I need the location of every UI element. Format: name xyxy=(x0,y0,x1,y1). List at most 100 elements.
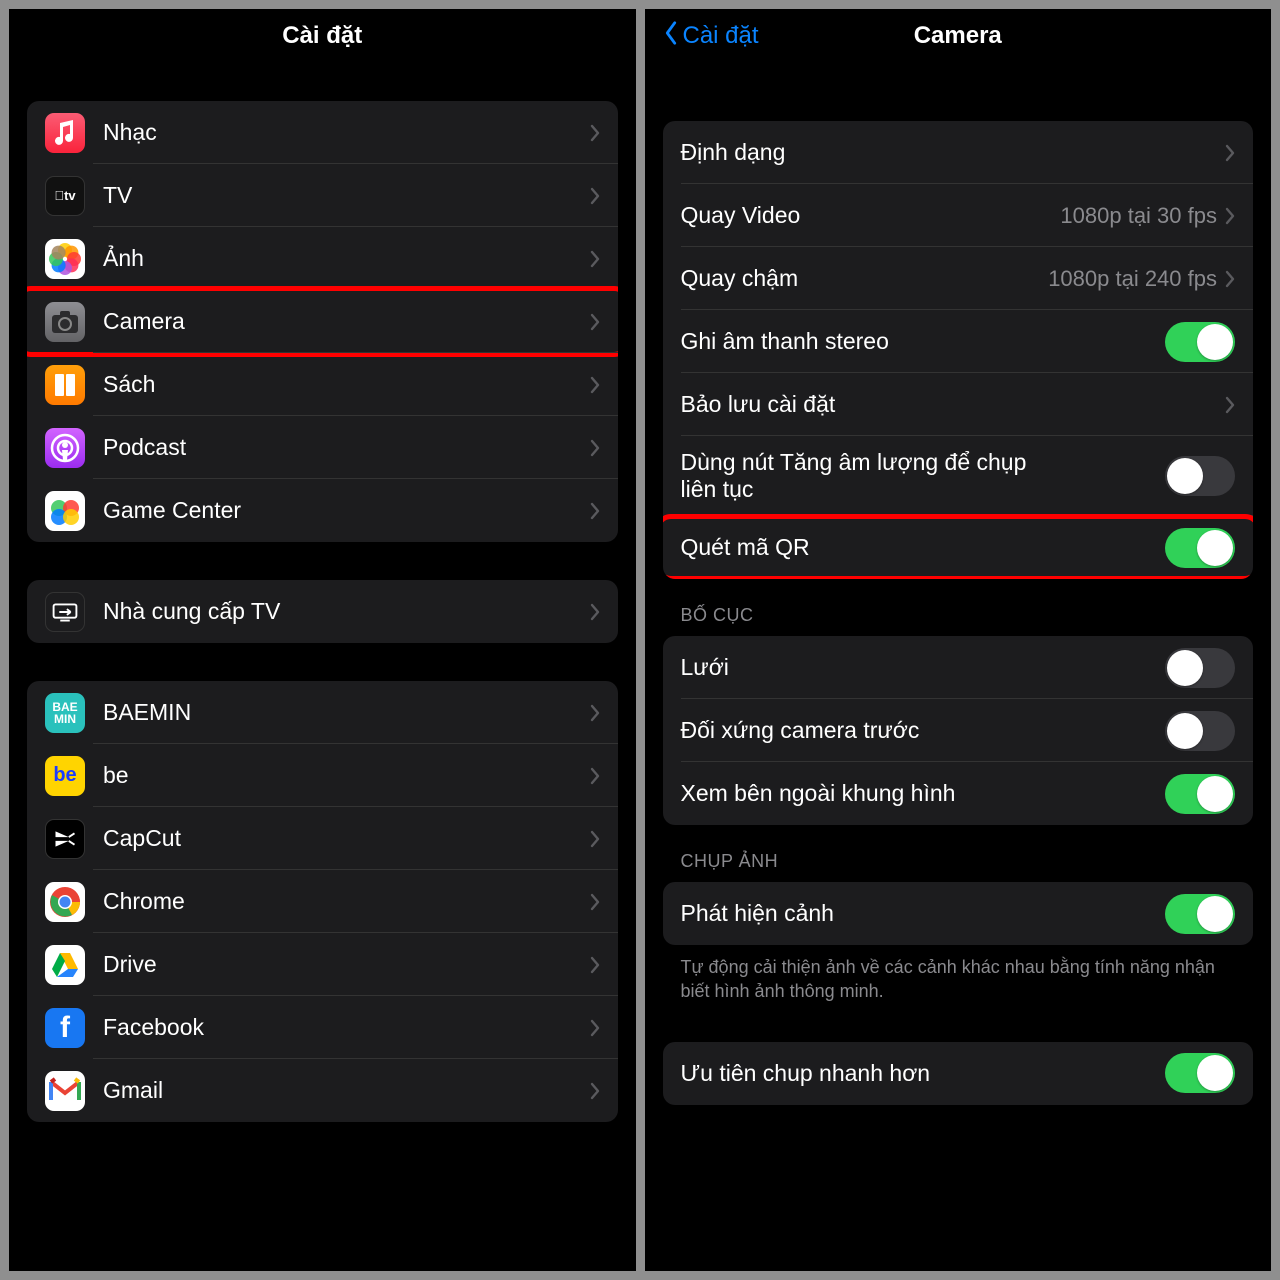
row-label: Quét mã QR xyxy=(681,534,810,561)
settings-row-stereo[interactable]: Ghi âm thanh stereo xyxy=(663,310,1254,373)
chevron-right-icon xyxy=(590,1019,600,1037)
settings-group: Định dạngQuay Video1080p tại 30 fpsQuay … xyxy=(663,121,1254,579)
baemin-icon: BAEMIN xyxy=(45,693,85,733)
row-label: Định dạng xyxy=(681,139,786,166)
chrome-icon xyxy=(45,882,85,922)
row-label: Xem bên ngoài khung hình xyxy=(681,780,956,807)
settings-row-music[interactable]: Nhạc xyxy=(27,101,618,164)
chevron-right-icon xyxy=(590,767,600,785)
settings-row-podcast[interactable]: Podcast xyxy=(27,416,618,479)
toggle-burst[interactable] xyxy=(1165,456,1235,496)
row-label: Ảnh xyxy=(103,245,144,272)
settings-row-preserve[interactable]: Bảo lưu cài đặt xyxy=(663,373,1254,436)
row-detail: 1080p tại 240 fps xyxy=(1048,266,1217,292)
toggle-scene[interactable] xyxy=(1165,894,1235,934)
settings-group: Phát hiện cảnh xyxy=(663,882,1254,945)
settings-row-mirror[interactable]: Đối xứng camera trước xyxy=(663,699,1254,762)
row-label: Drive xyxy=(103,951,157,978)
section-footer: Tự động cải thiện ảnh về các cảnh khác n… xyxy=(663,945,1254,1004)
toggle-mirror[interactable] xyxy=(1165,711,1235,751)
capcut-icon xyxy=(45,819,85,859)
row-label: CapCut xyxy=(103,825,181,852)
settings-row-chrome[interactable]: Chrome xyxy=(27,870,618,933)
gc-icon xyxy=(45,491,85,531)
camera-settings-pane: Cài đặt Camera Định dạng Quay Video 1080p … xyxy=(645,9,1272,1271)
tv-icon: tv xyxy=(45,176,85,216)
row-label: Gmail xyxy=(103,1077,163,1104)
chevron-right-icon xyxy=(1225,270,1235,288)
music-icon xyxy=(45,113,85,153)
settings-row-burst[interactable]: Dùng nút Tăng âm lượng để chụp liên tục xyxy=(663,436,1254,516)
chevron-right-icon xyxy=(1225,396,1235,414)
toggle-qr[interactable] xyxy=(1165,528,1235,568)
row-label: Bảo lưu cài đặt xyxy=(681,391,836,418)
settings-row-outside[interactable]: Xem bên ngoài khung hình xyxy=(663,762,1254,825)
settings-row-tv[interactable]: tvTV xyxy=(27,164,618,227)
chevron-right-icon xyxy=(590,502,600,520)
row-label: Lưới xyxy=(681,654,729,681)
books-icon xyxy=(45,365,85,405)
settings-row-facebook[interactable]: fFacebook xyxy=(27,996,618,1059)
settings-row-format[interactable]: Định dạng xyxy=(663,121,1254,184)
chevron-right-icon xyxy=(590,187,600,205)
drive-icon xyxy=(45,945,85,985)
chevron-right-icon xyxy=(1225,144,1235,162)
settings-group: Ưu tiên chup nhanh hơn xyxy=(663,1042,1254,1105)
settings-row-camera[interactable]: Camera xyxy=(27,290,618,353)
settings-row-qr[interactable]: Quét mã QR xyxy=(663,516,1254,579)
row-label: Ghi âm thanh stereo xyxy=(681,328,889,355)
row-detail: 1080p tại 30 fps xyxy=(1060,203,1217,229)
chevron-right-icon xyxy=(590,439,600,457)
settings-row-tvprovider[interactable]: Nhà cung cấp TV xyxy=(27,580,618,643)
photos-icon xyxy=(45,239,85,279)
settings-row-be[interactable]: bebe xyxy=(27,744,618,807)
row-label: Chrome xyxy=(103,888,185,915)
chevron-right-icon xyxy=(590,830,600,848)
navbar-right: Cài đặt Camera xyxy=(645,9,1272,63)
chevron-right-icon xyxy=(590,376,600,394)
row-label: Sách xyxy=(103,371,155,398)
chevron-right-icon xyxy=(590,124,600,142)
settings-row-gmail[interactable]: Gmail xyxy=(27,1059,618,1122)
chevron-right-icon xyxy=(590,603,600,621)
settings-row-video[interactable]: Quay Video 1080p tại 30 fps xyxy=(663,184,1254,247)
section-header: CHỤP ẢNH xyxy=(663,825,1254,882)
toggle-grid[interactable] xyxy=(1165,648,1235,688)
settings-row-gamecenter[interactable]: Game Center xyxy=(27,479,618,542)
gmail-icon xyxy=(45,1071,85,1111)
settings-row-capcut[interactable]: CapCut xyxy=(27,807,618,870)
toggle-stereo[interactable] xyxy=(1165,322,1235,362)
settings-row-baemin[interactable]: BAEMIN BAEMIN xyxy=(27,681,618,744)
row-label: Nhạc xyxy=(103,119,157,146)
camera-icon xyxy=(45,302,85,342)
row-label: Nhà cung cấp TV xyxy=(103,598,280,625)
row-label: BAEMIN xyxy=(103,699,191,726)
settings-row-photos[interactable]: Ảnh xyxy=(27,227,618,290)
toggle-outside[interactable] xyxy=(1165,774,1235,814)
row-label: Podcast xyxy=(103,434,186,461)
chevron-left-icon xyxy=(663,20,679,53)
row-label: Quay Video xyxy=(681,202,801,229)
facebook-icon: f xyxy=(45,1008,85,1048)
settings-row-scene[interactable]: Phát hiện cảnh xyxy=(663,882,1254,945)
row-label: Camera xyxy=(103,308,185,335)
settings-pane: Cài đặt Nhạc tvTV Ảnh Camera Sách Podcast Gam… xyxy=(9,9,636,1271)
chevron-right-icon xyxy=(590,956,600,974)
settings-group: Lưới Đối xứng camera trước Xem bên ngoài k… xyxy=(663,636,1254,825)
section-header: BỐ CỤC xyxy=(663,579,1254,636)
settings-row-slomo[interactable]: Quay chậm1080p tại 240 fps xyxy=(663,247,1254,310)
row-label: Game Center xyxy=(103,497,241,524)
settings-row-grid[interactable]: Lưới xyxy=(663,636,1254,699)
podcast-icon xyxy=(45,428,85,468)
row-label: be xyxy=(103,762,129,789)
page-title: Cài đặt xyxy=(282,22,362,50)
settings-row-drive[interactable]: Drive xyxy=(27,933,618,996)
be-icon: be xyxy=(45,756,85,796)
row-label: Phát hiện cảnh xyxy=(681,900,834,927)
page-title: Camera xyxy=(914,22,1002,50)
row-label: Dùng nút Tăng âm lượng để chụp liên tục xyxy=(681,449,1061,503)
back-button[interactable]: Cài đặt xyxy=(663,9,759,63)
settings-row-faster[interactable]: Ưu tiên chup nhanh hơn xyxy=(663,1042,1254,1105)
toggle-faster[interactable] xyxy=(1165,1053,1235,1093)
settings-row-books[interactable]: Sách xyxy=(27,353,618,416)
